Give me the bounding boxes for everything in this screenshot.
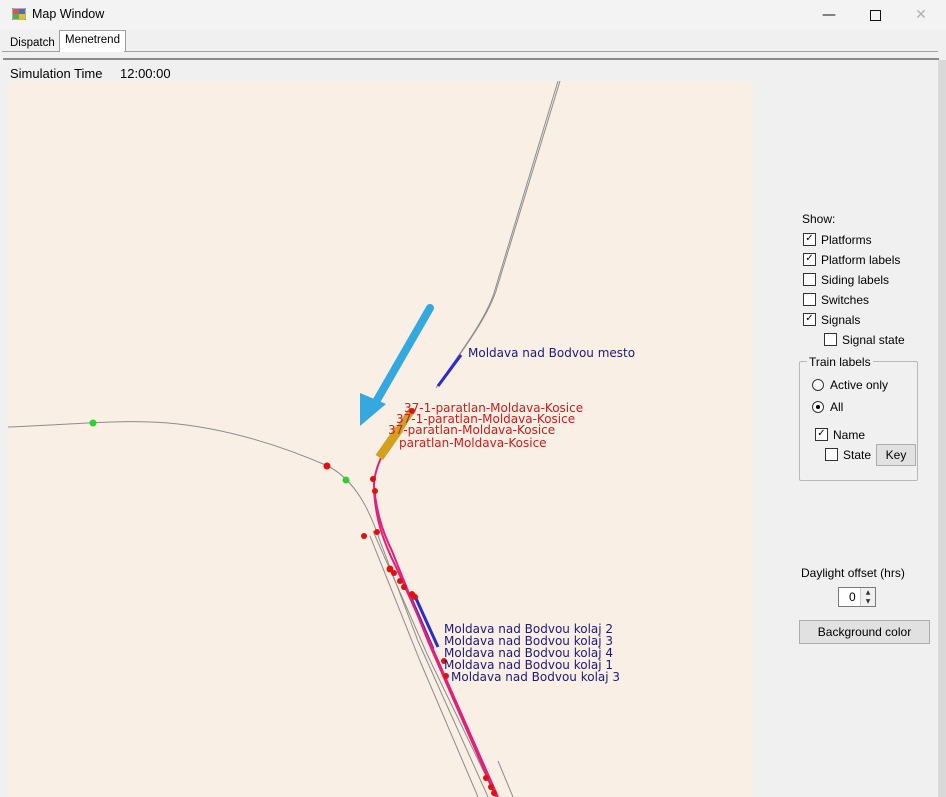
minimize-button[interactable]: — [806,0,852,30]
signals [89,408,497,796]
checkbox-label: Switches [821,293,870,307]
train-labels-title: Train labels [807,355,873,369]
checkbox-checked-icon: ✓ [815,428,828,442]
window-title: Map Window [32,7,105,21]
checkbox-label: Siding labels [821,273,890,287]
signal-red [370,476,376,482]
key-button[interactable]: Key [876,444,916,466]
active-only-radio[interactable]: Active only [812,378,888,394]
checkbox-label: Signal state [842,333,905,347]
checkbox-label: State [843,448,872,462]
checkbox-checked-icon: ✓ [803,313,816,327]
simulation-time-label: Simulation Time [10,66,103,81]
simulation-time-value: 12:00:00 [120,66,171,81]
signal-red [412,594,418,600]
maximize-icon [869,9,881,21]
show-label: Show: [802,212,836,226]
tab-divider [124,51,938,52]
spinner-arrows-icon[interactable]: ▲ ▼ [860,588,875,606]
name-checkbox[interactable]: ✓ Name [815,428,865,444]
signals-checkbox[interactable]: ✓ Signals [803,313,860,329]
siding-labels-checkbox[interactable]: Siding labels [803,273,889,289]
platform-mesto [436,354,463,387]
title-bar[interactable]: Map Window — ✕ [0,0,946,30]
platform-label: Moldava nad Bodvou kolaj 3 [451,670,621,684]
signal-red [391,570,397,576]
tab-divider [2,51,59,52]
map-window: Map Window — ✕ Dispatch Menetrend Simula… [0,0,946,797]
state-checkbox[interactable]: State [825,448,871,464]
map-drawing [8,81,561,797]
map-canvas[interactable]: Moldava nad Bodvou mesto Moldava nad Bod… [8,81,753,797]
platform-label: Moldava nad Bodvou mesto [468,346,636,360]
daylight-offset-value[interactable]: 0 [849,590,856,604]
checkbox-checked-icon: ✓ [803,253,816,267]
radio-label: Active only [830,378,889,392]
switches-checkbox[interactable]: Switches [803,293,869,309]
train-label: paratlan-Moldava-Kosice [399,436,547,450]
daylight-offset-spinner[interactable]: 0 ▲ ▼ [838,587,876,607]
maximize-button[interactable] [852,0,898,30]
track-line [435,81,559,389]
train-label: 37-paratlan-Moldava-Kosice [388,423,556,437]
checkbox-label: Name [833,428,866,442]
daylight-offset-label: Daylight offset (hrs) [801,566,905,580]
tab-menetrend[interactable]: Menetrend [59,30,126,52]
track-line [497,760,514,797]
route-line [372,415,499,797]
radio-label: All [830,400,844,414]
checkbox-label: Platform labels [821,253,901,267]
signal-green [89,419,97,427]
radio-empty-icon [812,378,824,391]
signal-red [488,784,494,790]
close-button[interactable]: ✕ [898,0,944,30]
signal-green [342,476,350,484]
signal-red [323,462,331,470]
all-radio[interactable]: All [812,400,843,416]
checkbox-label: Signals [821,313,861,327]
signal-red [443,673,449,679]
signal-red [397,578,403,584]
track-line [437,81,561,387]
signal-red [361,533,367,539]
signal-state-checkbox[interactable]: Signal state [824,333,905,349]
platforms [408,354,463,650]
signal-red [483,775,489,781]
checkbox-empty-icon [825,448,838,462]
signal-red [374,529,380,535]
background-color-button[interactable]: Background color [799,620,930,644]
checkbox-checked-icon: ✓ [803,233,816,247]
arrow-shaft [369,304,434,411]
platforms-checkbox[interactable]: ✓ Platforms [803,233,872,249]
checkbox-empty-icon [803,273,816,287]
signal-red [372,488,378,494]
signal-red [401,584,407,590]
checkbox-empty-icon [824,333,837,347]
app-icon [12,8,26,20]
tab-content-edge [3,58,939,60]
tab-bar: Dispatch Menetrend [0,30,946,52]
platform-labels-checkbox[interactable]: ✓ Platform labels [803,253,900,269]
checkbox-label: Platforms [821,233,872,247]
signal-red [491,790,497,796]
right-edge [938,60,946,797]
route-path [372,415,497,797]
radio-selected-icon [812,400,824,413]
checkbox-empty-icon [803,293,816,307]
